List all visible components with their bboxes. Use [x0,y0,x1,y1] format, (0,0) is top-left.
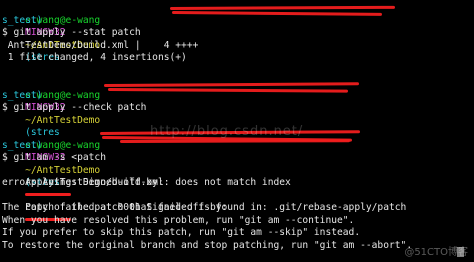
redaction-mark [25,193,72,196]
output-line: 1 file changed, 4 insertions(+) [2,52,187,63]
prompt-path: ~/AntTestDemo [25,114,101,126]
command-line: $ git apply --stat patch [2,27,141,38]
output-line: To restore the original branch and stop … [2,239,413,251]
text-cursor [457,247,464,257]
output-line: If you prefer to skip this patch, run "g… [2,227,361,238]
output-line: error: AntTestDemo/build.xml: does not m… [2,177,291,188]
output-line: When you have resolved this problem, run… [2,214,355,226]
output-line: Patch failed at 0001 Signed-off-by: [2,190,474,221]
output-line: AntTestDemo/build.xml | 4 ++++ [2,39,199,51]
command-line: $ git am -s <patch [2,152,106,163]
prompt-branch: (stres [25,127,60,138]
prompt-path: ~/AntTestDemo [25,164,101,176]
watermark-text: http://blog.csdn.net/ [150,124,304,139]
terminal-window[interactable]: e.wang@e-wang MINGW32 ~/AntTestDemo (str… [0,0,474,262]
command-line: $ git apply --check patch [2,102,147,113]
output-line: The copy of the patch that failed is fou… [2,202,407,213]
